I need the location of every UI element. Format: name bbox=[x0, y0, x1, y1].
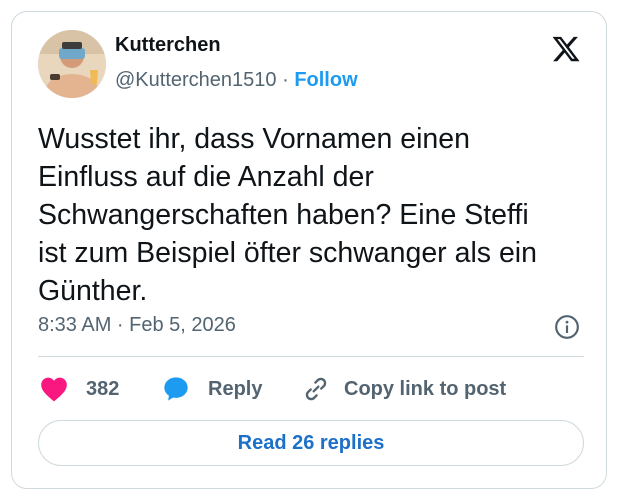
author-handle-row: @Kutterchen1510 · Follow bbox=[115, 69, 358, 92]
avatar[interactable] bbox=[38, 30, 106, 98]
like-button[interactable]: 382 bbox=[40, 374, 119, 404]
heart-icon bbox=[41, 377, 67, 402]
copy-link-label: Copy link to post bbox=[344, 377, 507, 400]
action-bar: 382 Reply Copy link to post bbox=[38, 374, 584, 404]
x-logo-icon[interactable] bbox=[550, 34, 582, 64]
handle-separator: · bbox=[276, 69, 295, 91]
reply-label: Reply bbox=[208, 377, 263, 400]
read-replies-button[interactable]: Read 26 replies bbox=[38, 420, 584, 466]
author-handle[interactable]: @Kutterchen1510 bbox=[115, 69, 277, 91]
follow-button[interactable]: Follow bbox=[294, 69, 357, 91]
reply-button[interactable]: Reply bbox=[162, 374, 262, 404]
reply-bubble-icon bbox=[164, 377, 188, 401]
copy-link-button[interactable]: Copy link to post bbox=[302, 374, 506, 404]
author-name[interactable]: Kutterchen bbox=[115, 34, 221, 57]
tweet-timestamp[interactable]: 8:33 AM · Feb 5, 2026 bbox=[38, 314, 236, 337]
link-icon bbox=[305, 377, 327, 401]
divider bbox=[38, 356, 584, 357]
tweet-card: Kutterchen @Kutterchen1510 · Follow Wuss… bbox=[11, 11, 607, 489]
like-count: 382 bbox=[86, 377, 120, 400]
avatar-image bbox=[38, 30, 106, 98]
info-icon[interactable] bbox=[554, 314, 580, 340]
tweet-text: Wusstet ihr, dass Vornamen einen Einflus… bbox=[38, 123, 537, 307]
